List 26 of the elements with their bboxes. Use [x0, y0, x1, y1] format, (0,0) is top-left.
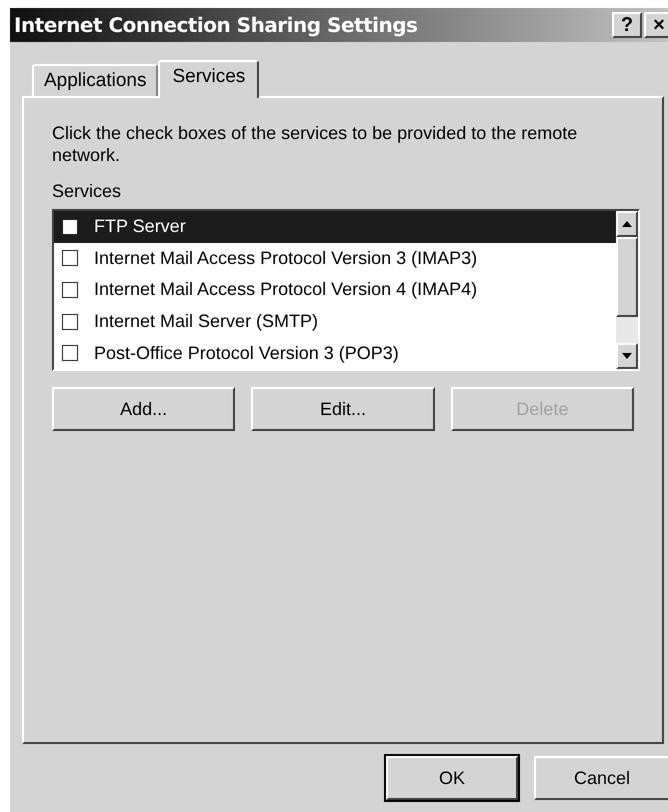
list-action-button[interactable]: Edit... [251, 387, 435, 431]
list-action-button[interactable]: Add... [52, 387, 236, 431]
ok-button[interactable]: OK [386, 756, 518, 800]
service-list-item[interactable]: FTP Server [54, 211, 616, 243]
services-label: Services [52, 180, 122, 203]
help-button[interactable]: ? [612, 12, 642, 38]
close-button[interactable]: × [644, 12, 668, 38]
scroll-down-button[interactable] [616, 343, 638, 369]
tab[interactable]: Services [158, 60, 260, 98]
checkbox[interactable] [62, 314, 78, 330]
service-list-item[interactable]: Post-Office Protocol Version 3 (POP3) [54, 337, 616, 369]
scroll-thumb[interactable] [616, 237, 638, 317]
instructions-text: Click the check boxes of the services to be provided to the remote network. [52, 122, 578, 166]
checkbox[interactable] [62, 250, 78, 266]
service-list-item[interactable]: Internet Mail Access Protocol Version 3 (IMAP3) [54, 242, 616, 274]
scroll-up-button[interactable] [616, 211, 638, 237]
checkbox[interactable] [62, 218, 78, 235]
service-list-item[interactable]: Internet Mail Server (SMTP) [54, 306, 616, 338]
tab[interactable]: Applications [32, 64, 158, 96]
cancel-button[interactable]: Cancel [534, 756, 668, 800]
window-title: Internet Connection Sharing Settings [14, 12, 418, 39]
up-arrow-icon [622, 221, 632, 227]
checkbox[interactable] [62, 345, 78, 362]
checkbox[interactable] [62, 282, 78, 298]
down-arrow-icon [622, 353, 632, 359]
service-list-item[interactable]: Internet Mail Access Protocol Version 4 (IMAP4) [54, 274, 616, 306]
